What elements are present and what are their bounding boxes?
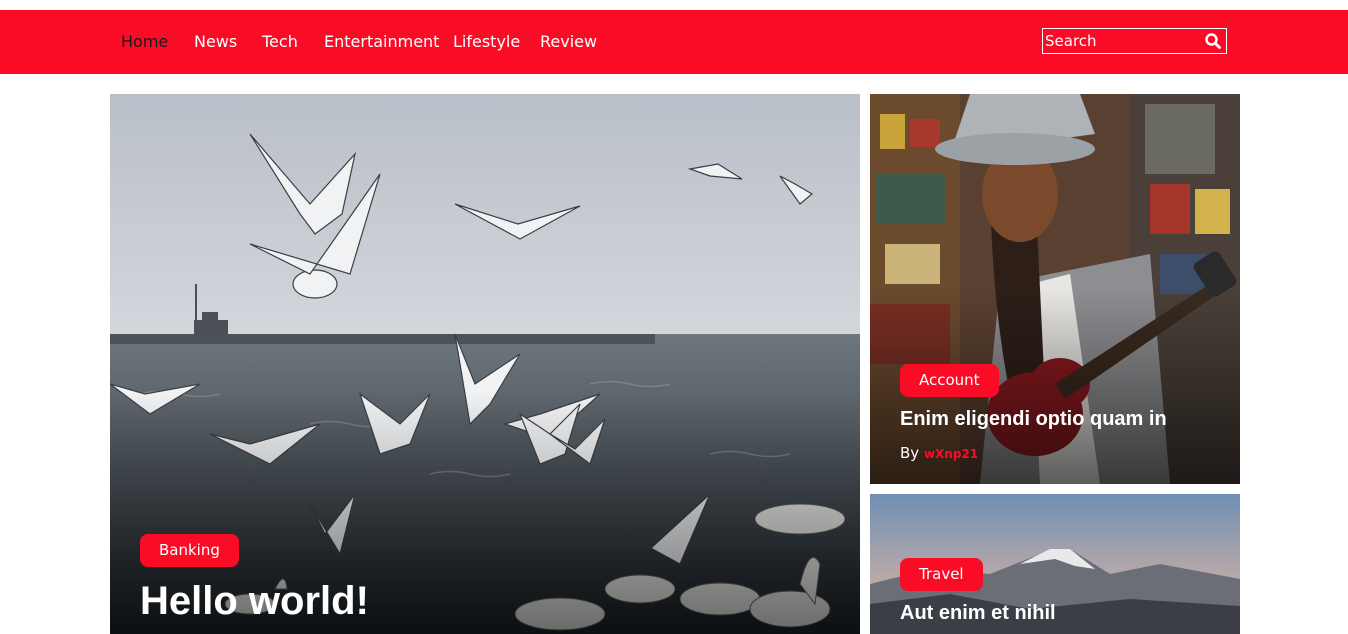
author-link[interactable]: wXnp21 xyxy=(924,447,978,461)
nav-news[interactable]: News xyxy=(194,10,237,74)
nav-home[interactable]: Home xyxy=(121,10,168,74)
nav-lifestyle[interactable]: Lifestyle xyxy=(453,10,520,74)
byline-prefix: By xyxy=(900,444,920,462)
nav-entertainment[interactable]: Entertainment xyxy=(324,10,439,74)
side-post-card[interactable]: Account Enim eligendi optio quam in By w… xyxy=(870,94,1240,484)
side-post-card[interactable]: Travel Aut enim et nihil xyxy=(870,494,1240,634)
post-title[interactable]: Hello world! xyxy=(140,579,369,624)
category-badge[interactable]: Banking xyxy=(140,534,239,567)
category-badge[interactable]: Travel xyxy=(900,558,983,591)
top-navbar: Home News Tech Entertainment Lifestyle R… xyxy=(0,10,1348,74)
post-byline: By wXnp21 xyxy=(900,444,978,462)
search-box xyxy=(1042,28,1227,54)
nav-tech[interactable]: Tech xyxy=(262,10,298,74)
post-title[interactable]: Enim eligendi optio quam in xyxy=(900,408,1167,431)
category-badge[interactable]: Account xyxy=(900,364,999,397)
search-input[interactable] xyxy=(1043,29,1197,53)
post-title[interactable]: Aut enim et nihil xyxy=(900,602,1056,625)
nav-review[interactable]: Review xyxy=(540,10,597,74)
featured-post-card[interactable]: Banking Hello world! xyxy=(110,94,860,634)
search-icon[interactable] xyxy=(1204,32,1222,50)
